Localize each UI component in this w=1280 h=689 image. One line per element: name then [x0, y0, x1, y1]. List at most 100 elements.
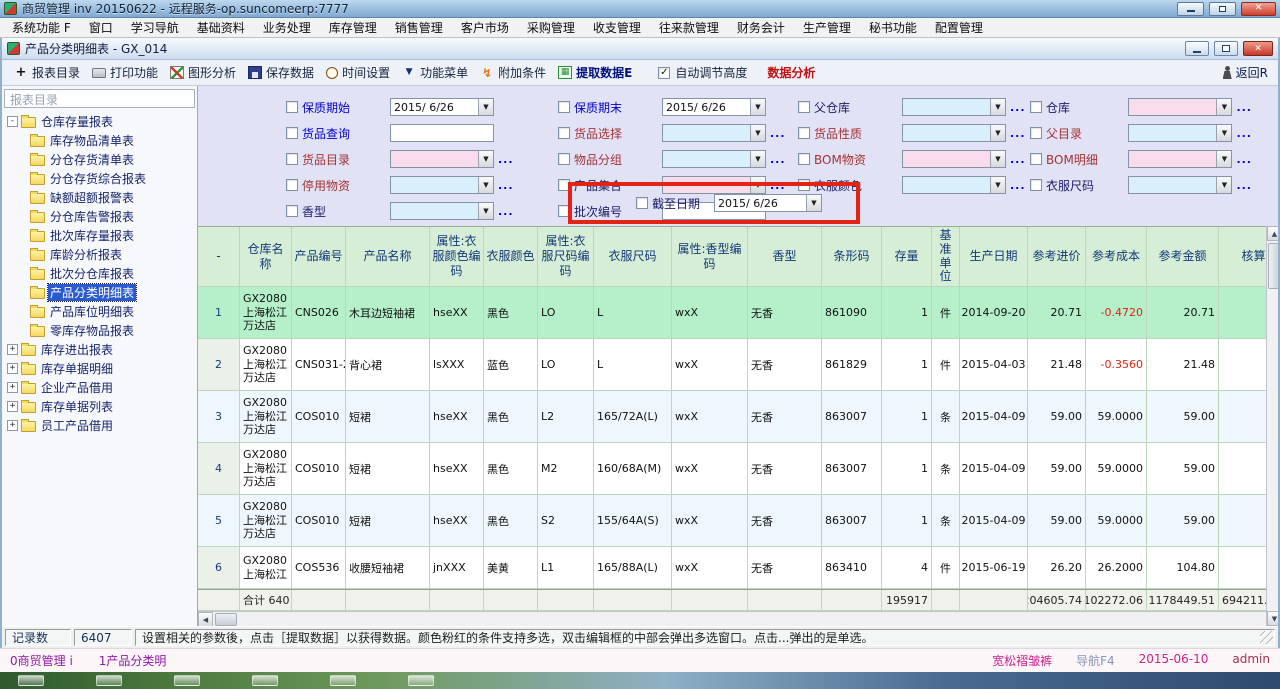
collapse-icon[interactable]: -: [7, 116, 18, 127]
horizontal-scrollbar[interactable]: ◀: [198, 611, 1266, 626]
table-row[interactable]: 2GX2080 上海松江 万达店CNS031-2背心裙lsXXX蓝色LOLwxX…: [198, 339, 1266, 391]
taskbar-app-icon[interactable]: [252, 675, 278, 686]
taskbar-app-icon[interactable]: [174, 675, 200, 686]
more-options-button[interactable]: ...: [1236, 127, 1252, 140]
checkbox-icon[interactable]: [1030, 153, 1042, 165]
os-taskbar[interactable]: [0, 672, 1280, 689]
menu-item[interactable]: 销售管理: [386, 17, 452, 38]
sidebar-item[interactable]: 批次库存量报表: [4, 226, 195, 245]
more-options-button[interactable]: ...: [770, 127, 786, 140]
toolbar-button[interactable]: 打印功能: [86, 62, 164, 83]
vertical-scrollbar[interactable]: ▲ ▼: [1266, 226, 1278, 626]
expand-icon[interactable]: +: [7, 382, 18, 393]
filter-dropdown[interactable]: ▼: [902, 124, 1006, 142]
more-options-button[interactable]: ...: [1010, 153, 1026, 166]
more-options-button[interactable]: ...: [1236, 153, 1252, 166]
chevron-down-icon[interactable]: ▼: [750, 125, 765, 141]
chevron-down-icon[interactable]: ▼: [478, 203, 493, 219]
chevron-down-icon[interactable]: ▼: [1216, 99, 1231, 115]
chevron-down-icon[interactable]: ▼: [806, 195, 821, 211]
checkbox-icon[interactable]: [286, 153, 298, 165]
filter-dropdown[interactable]: ▼: [1128, 176, 1232, 194]
checkbox-checked-icon[interactable]: ✓: [658, 67, 670, 79]
menu-item[interactable]: 收支管理: [584, 17, 650, 38]
sidebar-item[interactable]: 库存物品清单表: [4, 131, 195, 150]
taskbar-app-icon[interactable]: [330, 675, 356, 686]
toolbar-button[interactable]: 图形分析: [164, 62, 242, 83]
filter-dropdown[interactable]: ▼: [390, 202, 494, 220]
table-row[interactable]: 1GX2080 上海松江 万达店CNS026木耳边短袖裙hseXX黑色LOLwx…: [198, 287, 1266, 339]
sidebar-item[interactable]: 批次分仓库报表: [4, 264, 195, 283]
menu-item[interactable]: 库存管理: [320, 17, 386, 38]
filter-dropdown[interactable]: ▼: [1128, 124, 1232, 142]
checkbox-icon[interactable]: [1030, 127, 1042, 139]
auto-height-toggle[interactable]: ✓ 自动调节高度: [658, 64, 747, 81]
filter-dropdown[interactable]: ▼: [390, 150, 494, 168]
expand-icon[interactable]: +: [7, 363, 18, 374]
menu-item[interactable]: 客户市场: [452, 17, 518, 38]
table-row[interactable]: 5GX2080 上海松江 万达店COS010短裙hseXX黑色S2155/64A…: [198, 495, 1266, 547]
toolbar-button[interactable]: ▦提取数据E: [552, 62, 638, 83]
chevron-down-icon[interactable]: ▼: [750, 99, 765, 115]
sidebar-item[interactable]: 产品库位明细表: [4, 302, 195, 321]
sidebar-item[interactable]: 零库存物品报表: [4, 321, 195, 340]
taskbar-app-icon[interactable]: [18, 675, 44, 686]
toolbar-button[interactable]: +报表目录: [8, 62, 86, 83]
filter-dropdown[interactable]: ▼: [902, 176, 1006, 194]
taskbar-app-icon[interactable]: [96, 675, 122, 686]
checkbox-icon[interactable]: [558, 153, 570, 165]
filter-dropdown[interactable]: ▼: [902, 98, 1006, 116]
sidebar-item[interactable]: 分仓存货清单表: [4, 150, 195, 169]
more-options-button[interactable]: ...: [1010, 101, 1026, 114]
checkbox-icon[interactable]: [798, 127, 810, 139]
report-minimize-button[interactable]: [1185, 41, 1209, 56]
menu-item[interactable]: 基础资料: [188, 17, 254, 38]
more-options-button[interactable]: ...: [498, 153, 514, 166]
report-restore-button[interactable]: [1214, 41, 1238, 56]
checkbox-icon[interactable]: [1030, 101, 1042, 113]
hscroll-thumb[interactable]: [215, 613, 237, 626]
filter-date-select[interactable]: 2015/ 6/26▼: [390, 98, 494, 116]
vscroll-thumb[interactable]: [1268, 243, 1278, 289]
close-button[interactable]: ✕: [1241, 2, 1276, 16]
sidebar-item[interactable]: +库存进出报表: [4, 340, 195, 359]
chevron-down-icon[interactable]: ▼: [1216, 177, 1231, 193]
filter-dropdown[interactable]: ▼: [1128, 98, 1232, 116]
taskbar-app-icon[interactable]: [408, 675, 434, 686]
minimize-button[interactable]: [1177, 2, 1204, 16]
checkbox-icon[interactable]: [636, 197, 648, 209]
filter-dropdown[interactable]: ▼: [662, 124, 766, 142]
mdi-window-button[interactable]: 0商贸管理 i: [10, 652, 73, 669]
toolbar-button[interactable]: ▼功能菜单: [396, 62, 474, 83]
toolbar-button[interactable]: ↯附加条件: [474, 62, 552, 83]
filter-dropdown[interactable]: ▼: [1128, 150, 1232, 168]
chevron-down-icon[interactable]: ▼: [750, 151, 765, 167]
menu-item[interactable]: 往来款管理: [650, 17, 728, 38]
filter-dropdown[interactable]: ▼: [390, 176, 494, 194]
menu-item[interactable]: 配置管理: [926, 17, 992, 38]
table-row[interactable]: 3GX2080 上海松江 万达店COS010短裙hseXX黑色L2165/72A…: [198, 391, 1266, 443]
sidebar-item[interactable]: 产品分类明细表: [4, 283, 195, 302]
checkbox-icon[interactable]: [286, 101, 298, 113]
scroll-down-icon[interactable]: ▼: [1267, 611, 1278, 626]
filter-text-input[interactable]: [390, 124, 494, 142]
chevron-down-icon[interactable]: ▼: [1216, 125, 1231, 141]
more-options-button[interactable]: ...: [1236, 101, 1252, 114]
menu-item[interactable]: 业务处理: [254, 17, 320, 38]
checkbox-icon[interactable]: [286, 205, 298, 217]
chevron-down-icon[interactable]: ▼: [478, 151, 493, 167]
table-row[interactable]: 6GX2080 上海松江COS536收腰短袖裙jnXXX美黄L1165/88A(…: [198, 547, 1266, 589]
menu-item[interactable]: 学习导航: [122, 17, 188, 38]
sidebar-item[interactable]: +企业产品借用: [4, 378, 195, 397]
sidebar-item[interactable]: +员工产品借用: [4, 416, 195, 435]
resize-grip[interactable]: [1260, 631, 1273, 644]
report-close-button[interactable]: ✕: [1243, 41, 1273, 56]
checkbox-icon[interactable]: [1030, 179, 1042, 191]
checkbox-icon[interactable]: [286, 179, 298, 191]
sidebar-item[interactable]: 缺额超额报警表: [4, 188, 195, 207]
table-row[interactable]: 4GX2080 上海松江 万达店COS010短裙hseXX黑色M2160/68A…: [198, 443, 1266, 495]
data-analysis-button[interactable]: 数据分析: [767, 64, 815, 81]
sidebar-item[interactable]: 库龄分析报表: [4, 245, 195, 264]
sidebar-item[interactable]: 分仓库告警报表: [4, 207, 195, 226]
checkbox-icon[interactable]: [558, 127, 570, 139]
